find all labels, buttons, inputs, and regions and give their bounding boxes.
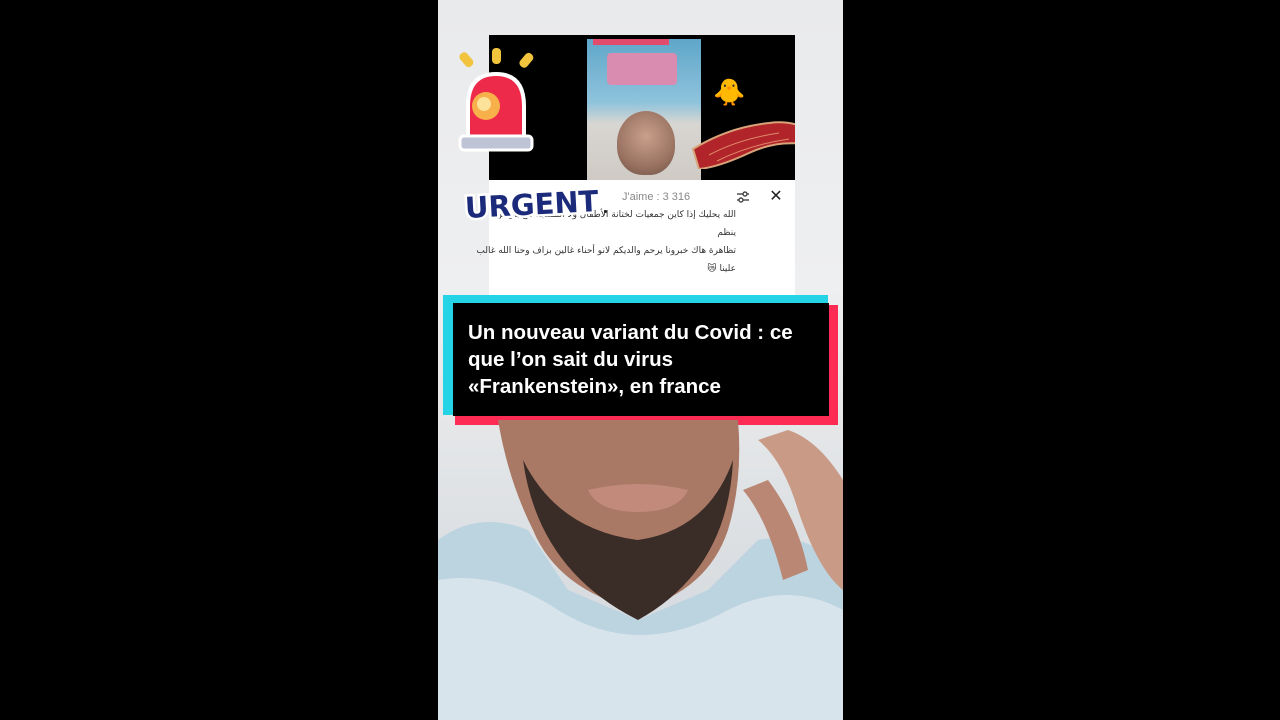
dot xyxy=(604,210,607,213)
siren-icon xyxy=(458,48,534,152)
video-frame[interactable]: 🐥 J'aime : 3 316 ✕ الله يحليك إذا كاين ج… xyxy=(438,0,843,720)
chick-icon: 🐥 xyxy=(713,77,746,107)
flying-carpet-image xyxy=(691,121,795,169)
urgent-sticker-label: URGENT xyxy=(462,182,602,228)
speaker-image xyxy=(438,420,843,720)
sliders-icon[interactable] xyxy=(735,189,751,205)
headline-banner: Un nouveau variant du Covid : ce que l’o… xyxy=(443,295,838,425)
headline-text: Un nouveau variant du Covid : ce que l’o… xyxy=(468,321,793,398)
poster-image xyxy=(587,39,701,180)
comment-line: علينا 😿 xyxy=(707,264,736,274)
likes-count: J'aime : 3 316 xyxy=(622,191,691,203)
close-icon[interactable]: ✕ xyxy=(768,186,784,205)
comment-line: تظاهرة هاك خبرونا يرحم والديكم لانو أحنا… xyxy=(476,246,736,256)
